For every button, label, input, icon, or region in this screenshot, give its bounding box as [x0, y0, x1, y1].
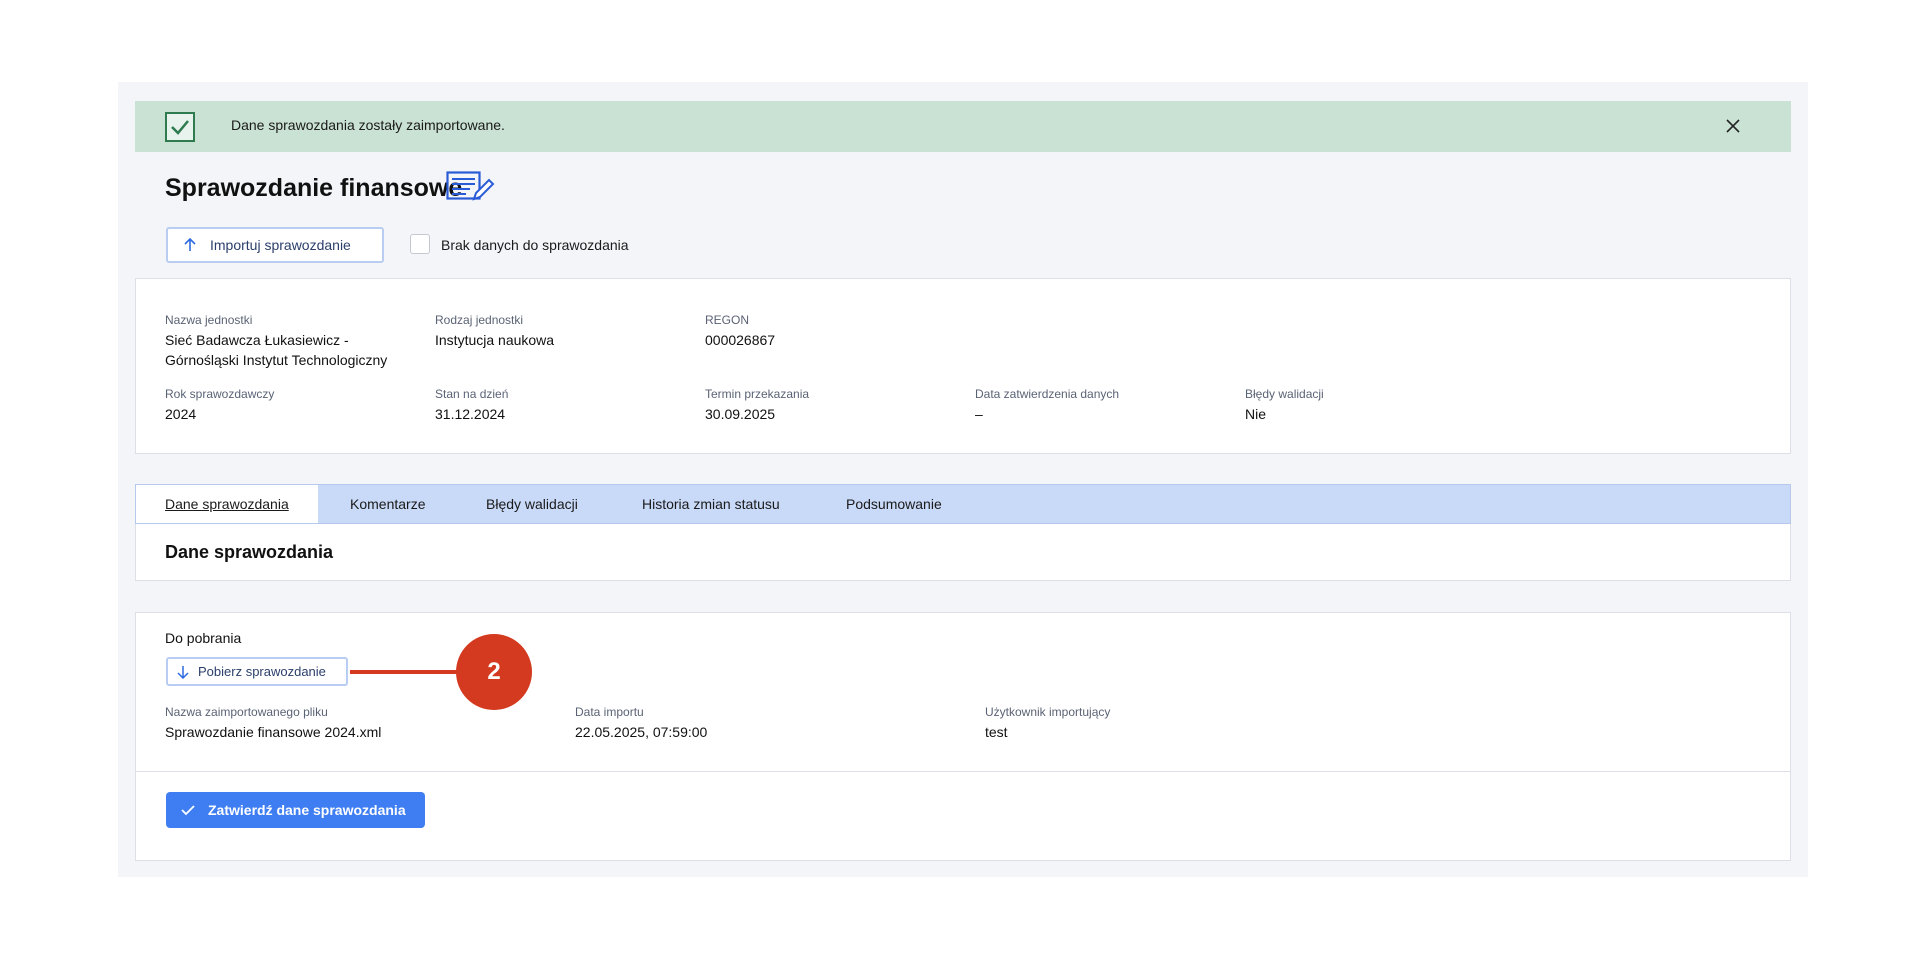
field-label: Rodzaj jednostki	[435, 313, 524, 327]
field-label: Błędy walidacji	[1245, 387, 1324, 401]
field-label: Użytkownik importujący	[985, 705, 1111, 719]
field-import-user: Użytkownik importujący test	[985, 705, 1110, 742]
field-label: Termin przekazania	[705, 387, 810, 401]
field-label: Stan na dzień	[435, 387, 509, 401]
tab-status-history[interactable]: Historia zmian statusu	[642, 485, 780, 523]
field-file-name: Nazwa zaimportowanego pliku Sprawozdanie…	[165, 705, 381, 742]
download-card: Do pobrania Pobierz sprawozdanie Nazwa z…	[135, 612, 1791, 861]
field-value: Nie	[1245, 406, 1267, 422]
field-approval-date: Data zatwierdzenia danych –	[975, 387, 1119, 424]
field-label: Nazwa zaimportowanego pliku	[165, 705, 328, 719]
field-value: Sprawozdanie finansowe 2024.xml	[165, 724, 382, 740]
arrow-down-icon	[177, 665, 189, 679]
field-value: Sieć Badawcza Łukasiewicz - Górnośląski …	[165, 330, 387, 370]
divider	[136, 771, 1790, 772]
import-report-button[interactable]: Importuj sprawozdanie	[166, 227, 384, 263]
field-value-line: Sieć Badawcza Łukasiewicz -	[165, 332, 349, 348]
field-label: REGON	[705, 313, 750, 327]
no-data-checkbox[interactable]	[410, 234, 430, 254]
tab-comments[interactable]: Komentarze	[350, 485, 425, 523]
field-validation-errors: Błędy walidacji Nie	[1245, 387, 1324, 424]
field-value: 2024	[165, 406, 197, 422]
field-value: 30.09.2025	[705, 406, 776, 422]
field-unit-name: Nazwa jednostki Sieć Badawcza Łukasiewic…	[165, 313, 387, 370]
annotation-line	[350, 670, 460, 674]
page-title: Sprawozdanie finansowe	[165, 174, 463, 202]
field-deadline: Termin przekazania 30.09.2025	[705, 387, 809, 424]
field-value-line: Górnośląski Instytut Technologiczny	[165, 352, 388, 368]
close-icon[interactable]	[1721, 114, 1745, 138]
field-year: Rok sprawozdawczy 2024	[165, 387, 274, 424]
download-report-label: Pobierz sprawozdanie	[198, 664, 326, 679]
banner-message: Dane sprawozdania zostały zaimportowane.	[231, 117, 505, 133]
import-report-label: Importuj sprawozdanie	[210, 237, 351, 253]
confirm-report-button[interactable]: Zatwierdź dane sprawozdania	[166, 792, 425, 828]
field-label: Data zatwierdzenia danych	[975, 387, 1120, 401]
field-value: Instytucja naukowa	[435, 332, 555, 348]
tab-validation-errors[interactable]: Błędy walidacji	[486, 485, 578, 523]
field-value: 31.12.2024	[435, 406, 506, 422]
document-edit-icon	[446, 171, 496, 203]
field-as-of: Stan na dzień 31.12.2024	[435, 387, 508, 424]
field-import-date: Data importu 22.05.2025, 07:59:00	[575, 705, 707, 742]
field-label: Nazwa jednostki	[165, 313, 253, 327]
tab-summary[interactable]: Podsumowanie	[846, 485, 942, 523]
field-regon: REGON 000026867	[705, 313, 775, 350]
section-header: Dane sprawozdania	[135, 524, 1791, 581]
field-value: –	[975, 406, 983, 422]
tab-report-data[interactable]: Dane sprawozdania	[136, 485, 318, 523]
download-report-button[interactable]: Pobierz sprawozdanie	[166, 657, 348, 686]
no-data-label: Brak danych do sprawozdania	[441, 237, 629, 253]
check-icon	[181, 805, 195, 816]
check-square-icon	[165, 112, 195, 142]
field-label: Data importu	[575, 705, 644, 719]
tab-bar: Dane sprawozdania Komentarze Błędy walid…	[135, 484, 1791, 524]
field-label: Rok sprawozdawczy	[165, 387, 275, 401]
field-value: 22.05.2025, 07:59:00	[575, 724, 708, 740]
annotation-badge: 2	[456, 634, 532, 710]
unit-info-card: Nazwa jednostki Sieć Badawcza Łukasiewic…	[135, 278, 1791, 454]
field-value: 000026867	[705, 332, 776, 348]
field-value: test	[985, 724, 1008, 740]
download-title: Do pobrania	[165, 630, 242, 646]
arrow-up-icon	[184, 237, 196, 251]
section-title: Dane sprawozdania	[165, 542, 334, 562]
field-unit-type: Rodzaj jednostki Instytucja naukowa	[435, 313, 554, 350]
success-banner: Dane sprawozdania zostały zaimportowane.	[135, 101, 1791, 152]
confirm-report-label: Zatwierdź dane sprawozdania	[208, 802, 406, 818]
